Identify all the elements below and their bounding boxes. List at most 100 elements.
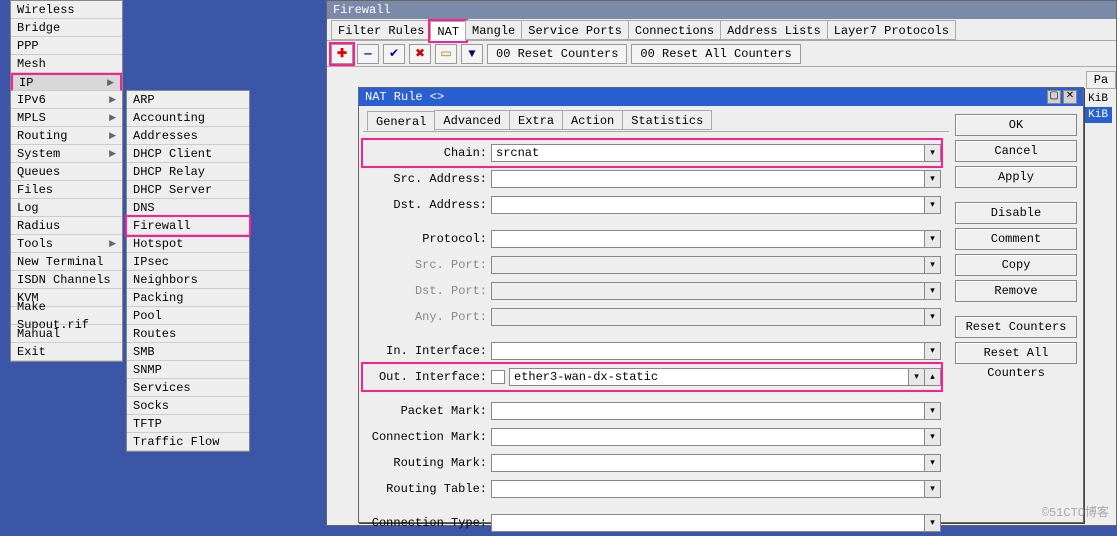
tab-nat[interactable]: NAT <box>430 21 466 41</box>
tab-mangle[interactable]: Mangle <box>465 20 522 40</box>
comment-button[interactable]: ▭ <box>435 44 457 64</box>
chevron-down-icon[interactable]: ▾ <box>925 454 941 472</box>
tab-action[interactable]: Action <box>562 110 623 130</box>
connection-type-select[interactable] <box>491 514 925 532</box>
menu-item-new-terminal[interactable]: New Terminal <box>11 253 122 271</box>
chain-select[interactable]: srcnat <box>491 144 925 162</box>
chevron-down-icon[interactable]: ▾ <box>925 230 941 248</box>
menu-item-wireless[interactable]: Wireless <box>11 1 122 19</box>
menu-item-exit[interactable]: Exit <box>11 343 122 361</box>
reset-all-counters-button[interactable]: Reset All Counters <box>955 342 1077 364</box>
connection-mark-select[interactable] <box>491 428 925 446</box>
chevron-up-icon[interactable]: ▴ <box>925 368 941 386</box>
cancel-button[interactable]: Cancel <box>955 140 1077 162</box>
submenu-socks[interactable]: Socks <box>127 397 249 415</box>
submenu-arp[interactable]: ARP <box>127 91 249 109</box>
label-dst-port: Dst. Port: <box>363 284 491 298</box>
tab-service-ports[interactable]: Service Ports <box>521 20 629 40</box>
submenu-dhcp-server[interactable]: DHCP Server <box>127 181 249 199</box>
submenu-tftp[interactable]: TFTP <box>127 415 249 433</box>
submenu-traffic-flow[interactable]: Traffic Flow <box>127 433 249 451</box>
ip-submenu: ARP Accounting Addresses DHCP Client DHC… <box>126 90 250 452</box>
tab-statistics[interactable]: Statistics <box>622 110 712 130</box>
submenu-pool[interactable]: Pool <box>127 307 249 325</box>
add-button[interactable]: ✚ <box>331 44 353 64</box>
menu-item-mpls[interactable]: MPLS▶ <box>11 109 122 127</box>
out-interface-not-checkbox[interactable] <box>491 370 505 384</box>
submenu-accounting[interactable]: Accounting <box>127 109 249 127</box>
filter-button[interactable]: ▼ <box>461 44 483 64</box>
close-icon[interactable]: ✕ <box>1063 90 1077 104</box>
ok-button[interactable]: OK <box>955 114 1077 136</box>
submenu-addresses[interactable]: Addresses <box>127 127 249 145</box>
tab-filter-rules[interactable]: Filter Rules <box>331 20 431 40</box>
disable-button[interactable]: ✖ <box>409 44 431 64</box>
submenu-packing[interactable]: Packing <box>127 289 249 307</box>
firewall-tabs: Filter Rules NAT Mangle Service Ports Co… <box>327 19 1116 41</box>
submenu-ipsec[interactable]: IPsec <box>127 253 249 271</box>
minimize-icon[interactable]: ▢ <box>1047 90 1061 104</box>
routing-mark-select[interactable] <box>491 454 925 472</box>
dst-address-input[interactable] <box>491 196 925 214</box>
remove-button[interactable]: — <box>357 44 379 64</box>
submenu-routes[interactable]: Routes <box>127 325 249 343</box>
tab-general[interactable]: General <box>367 111 435 131</box>
comment-button[interactable]: Comment <box>955 228 1077 250</box>
chevron-down-icon[interactable]: ▾ <box>925 402 941 420</box>
menu-item-radius[interactable]: Radius <box>11 217 122 235</box>
dialog-titlebar[interactable]: NAT Rule <> ▢ ✕ <box>359 88 1083 106</box>
enable-button[interactable]: ✔ <box>383 44 405 64</box>
menu-item-mesh[interactable]: Mesh <box>11 55 122 73</box>
submenu-hotspot[interactable]: Hotspot <box>127 235 249 253</box>
submenu-dhcp-client[interactable]: DHCP Client <box>127 145 249 163</box>
reset-counters-button[interactable]: Reset Counters <box>955 316 1077 338</box>
menu-item-supout[interactable]: Make Supout.rif <box>11 307 122 325</box>
chevron-down-icon[interactable]: ▾ <box>925 514 941 532</box>
menu-item-bridge[interactable]: Bridge <box>11 19 122 37</box>
tab-layer7[interactable]: Layer7 Protocols <box>827 20 956 40</box>
menu-item-log[interactable]: Log <box>11 199 122 217</box>
menu-item-queues[interactable]: Queues <box>11 163 122 181</box>
reset-all-counters-button[interactable]: 00 Reset All Counters <box>631 44 800 64</box>
tab-connections[interactable]: Connections <box>628 20 721 40</box>
submenu-firewall[interactable]: Firewall <box>127 217 249 235</box>
protocol-select[interactable] <box>491 230 925 248</box>
chevron-down-icon[interactable]: ▾ <box>925 480 941 498</box>
tab-advanced[interactable]: Advanced <box>434 110 510 130</box>
menu-item-files[interactable]: Files <box>11 181 122 199</box>
menu-item-routing[interactable]: Routing▶ <box>11 127 122 145</box>
menu-item-system[interactable]: System▶ <box>11 145 122 163</box>
row-dst-port: Dst. Port: ▾ <box>363 278 941 304</box>
in-interface-select[interactable] <box>491 342 925 360</box>
disable-button[interactable]: Disable <box>955 202 1077 224</box>
submenu-dns[interactable]: DNS <box>127 199 249 217</box>
packet-mark-select[interactable] <box>491 402 925 420</box>
submenu-dhcp-relay[interactable]: DHCP Relay <box>127 163 249 181</box>
tab-extra[interactable]: Extra <box>509 110 563 130</box>
submenu-services[interactable]: Services <box>127 379 249 397</box>
chevron-down-icon[interactable]: ▾ <box>925 342 941 360</box>
chevron-down-icon[interactable]: ▾ <box>909 368 925 386</box>
copy-button[interactable]: Copy <box>955 254 1077 276</box>
src-address-input[interactable] <box>491 170 925 188</box>
menu-item-ip[interactable]: IP▶ <box>11 73 122 91</box>
chevron-down-icon[interactable]: ▾ <box>925 196 941 214</box>
tab-address-lists[interactable]: Address Lists <box>720 20 828 40</box>
submenu-snmp[interactable]: SNMP <box>127 361 249 379</box>
chevron-down-icon[interactable]: ▾ <box>925 144 941 162</box>
chevron-down-icon[interactable]: ▾ <box>925 170 941 188</box>
reset-counters-button[interactable]: 00 Reset Counters <box>487 44 627 64</box>
routing-table-select[interactable] <box>491 480 925 498</box>
submenu-smb[interactable]: SMB <box>127 343 249 361</box>
menu-item-ipv6[interactable]: IPv6▶ <box>11 91 122 109</box>
apply-button[interactable]: Apply <box>955 166 1077 188</box>
remove-button[interactable]: Remove <box>955 280 1077 302</box>
submenu-neighbors[interactable]: Neighbors <box>127 271 249 289</box>
column-header-packets[interactable]: Pa <box>1086 71 1116 89</box>
menu-item-isdn[interactable]: ISDN Channels <box>11 271 122 289</box>
chevron-down-icon[interactable]: ▾ <box>925 428 941 446</box>
menu-item-tools[interactable]: Tools▶ <box>11 235 122 253</box>
chevron-right-icon: ▶ <box>109 235 116 253</box>
menu-item-ppp[interactable]: PPP <box>11 37 122 55</box>
out-interface-select[interactable]: ether3-wan-dx-static <box>509 368 909 386</box>
